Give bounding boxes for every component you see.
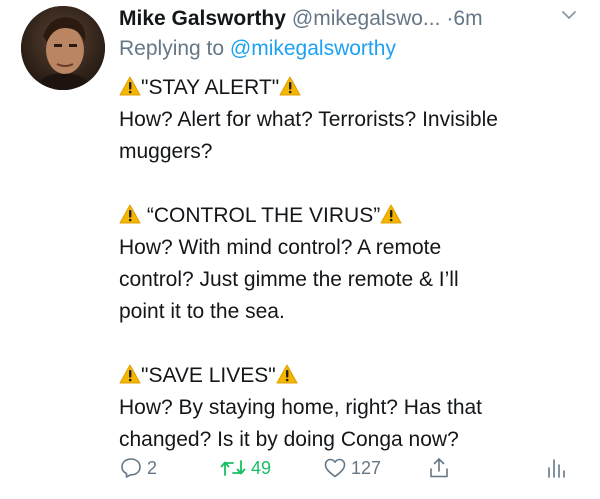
reply-count: 2 <box>147 457 158 478</box>
tweet-header: Mike Galsworthy @mikegalswo... · 6m <box>119 4 582 34</box>
separator-dot: · <box>446 7 454 30</box>
retweet-count: 49 <box>251 457 272 478</box>
replying-prefix: Replying to <box>119 37 230 60</box>
quote-text: "SAVE LIVES" <box>141 364 276 387</box>
paragraph-1: "STAY ALERT" How? Alert for what? Terror… <box>119 72 579 168</box>
avatar[interactable] <box>21 6 105 90</box>
text-line: How? With mind control? A remote <box>119 236 442 259</box>
paragraph-3: "SAVE LIVES" How? By staying home, right… <box>119 360 579 456</box>
replying-to: Replying to @mikegalsworthy <box>119 37 396 61</box>
quote-line: "SAVE LIVES" <box>119 360 579 392</box>
text-line: How? Alert for what? Terrorists? Invisib… <box>119 108 498 131</box>
text-line: control? Just gimme the remote & I’ll <box>119 268 459 291</box>
text-line: How? By staying home, right? Has that <box>119 396 483 419</box>
tweet: Mike Galsworthy @mikegalswo... · 6m Repl… <box>0 0 600 499</box>
reply-icon <box>121 458 141 478</box>
warning-icon <box>119 204 141 224</box>
action-bar: 2 49 127 <box>119 456 579 486</box>
chevron-down-icon[interactable] <box>560 6 578 24</box>
retweet-button[interactable]: 49 <box>219 456 271 480</box>
like-button[interactable]: 127 <box>323 456 381 480</box>
warning-icon <box>279 76 301 96</box>
quote-text: "STAY ALERT" <box>141 76 280 99</box>
analytics-icon <box>548 459 565 478</box>
warning-icon <box>119 76 141 96</box>
text-line: point it to the sea. <box>119 300 285 323</box>
paragraph-2: “CONTROL THE VIRUS” How? With mind contr… <box>119 200 579 328</box>
quote-line: “CONTROL THE VIRUS” <box>119 200 579 232</box>
text-line: muggers? <box>119 140 213 163</box>
tweet-text: "STAY ALERT" How? Alert for what? Terror… <box>119 72 579 456</box>
author-handle[interactable]: @mikegalswo... <box>292 7 441 31</box>
share-button[interactable] <box>427 456 451 480</box>
like-count: 127 <box>351 457 382 478</box>
timestamp[interactable]: 6m <box>453 7 482 31</box>
warning-icon <box>380 204 402 224</box>
analytics-button[interactable] <box>545 456 567 480</box>
warning-icon <box>119 364 141 384</box>
warning-icon <box>276 364 298 384</box>
replying-mention[interactable]: @mikegalsworthy <box>230 37 396 60</box>
text-line: changed? Is it by doing Conga now? <box>119 428 459 451</box>
author-name[interactable]: Mike Galsworthy <box>119 7 286 31</box>
reply-button[interactable]: 2 <box>119 456 157 480</box>
retweet-icon <box>220 460 246 476</box>
quote-line: "STAY ALERT" <box>119 72 579 104</box>
like-icon <box>324 458 346 478</box>
share-icon <box>430 458 448 478</box>
quote-text: “CONTROL THE VIRUS” <box>146 204 381 227</box>
